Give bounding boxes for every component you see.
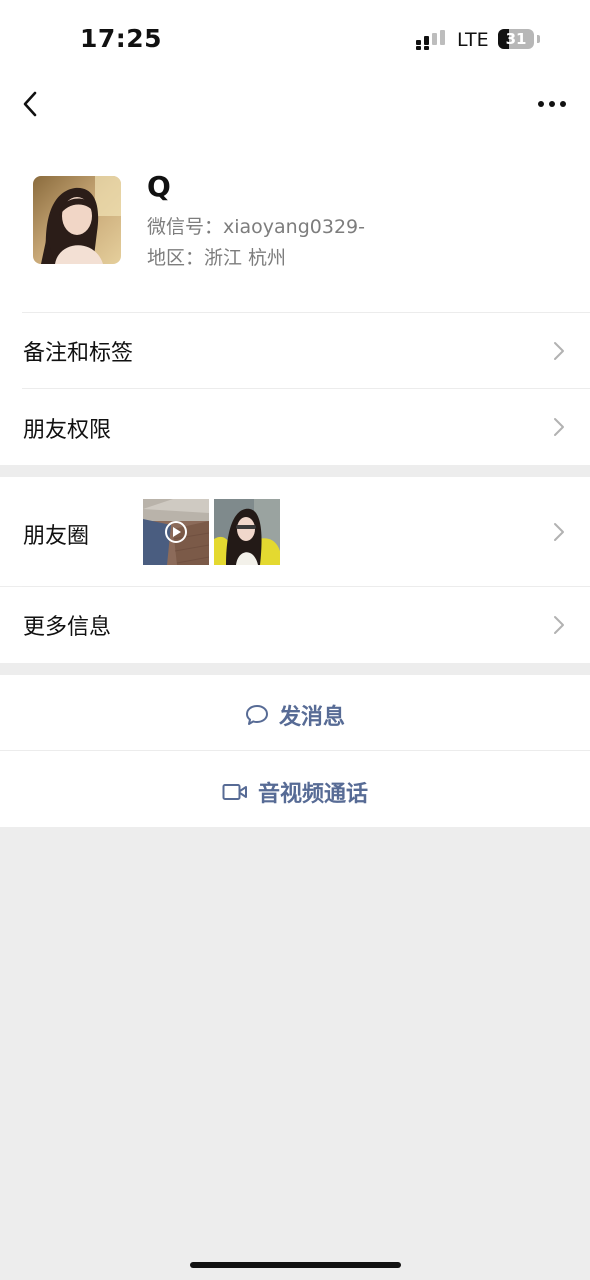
friend-permissions-label: 朋友权限 bbox=[23, 418, 112, 443]
notes-tags-label: 备注和标签 bbox=[23, 341, 134, 366]
moments-video-thumbnail[interactable] bbox=[143, 499, 209, 565]
send-message-button[interactable]: 发消息 bbox=[0, 675, 590, 750]
chevron-right-icon bbox=[554, 342, 564, 360]
region: 地区：浙江 杭州 bbox=[147, 247, 287, 269]
network-type: LTE bbox=[457, 29, 489, 51]
chevron-right-icon bbox=[554, 616, 564, 634]
wechat-id: 微信号：xiaoyang0329- bbox=[147, 216, 365, 238]
voice-video-call-label: 音视频通话 bbox=[257, 782, 368, 807]
battery-percent: 31 bbox=[505, 30, 527, 48]
chat-bubble-icon bbox=[245, 705, 268, 725]
battery-nub bbox=[537, 35, 540, 43]
avatar[interactable] bbox=[33, 176, 121, 264]
battery-icon: 31 bbox=[498, 29, 534, 49]
home-indicator bbox=[190, 1262, 401, 1268]
friend-permissions-row[interactable]: 朋友权限 bbox=[0, 389, 590, 465]
chevron-right-icon bbox=[554, 418, 564, 436]
moments-label: 朋友圈 bbox=[23, 524, 90, 549]
signal-bars-icon bbox=[416, 30, 445, 50]
contact-name: Q bbox=[147, 170, 171, 203]
video-camera-icon bbox=[222, 784, 247, 800]
status-time: 17:25 bbox=[80, 24, 163, 53]
more-info-label: 更多信息 bbox=[23, 615, 112, 640]
chevron-left-icon[interactable] bbox=[18, 88, 44, 120]
voice-video-call-button[interactable]: 音视频通话 bbox=[0, 751, 590, 827]
chevron-right-icon bbox=[554, 523, 564, 541]
more-info-row[interactable]: 更多信息 bbox=[0, 587, 590, 663]
send-message-content: 发消息 bbox=[0, 699, 590, 731]
send-message-label: 发消息 bbox=[278, 705, 345, 730]
notes-tags-row[interactable]: 备注和标签 bbox=[0, 313, 590, 388]
voice-video-call-content: 音视频通话 bbox=[0, 776, 590, 808]
more-dots-icon[interactable] bbox=[534, 92, 570, 116]
moments-photo-thumbnail[interactable] bbox=[214, 499, 280, 565]
moments-row[interactable]: 朋友圈 bbox=[0, 477, 590, 586]
